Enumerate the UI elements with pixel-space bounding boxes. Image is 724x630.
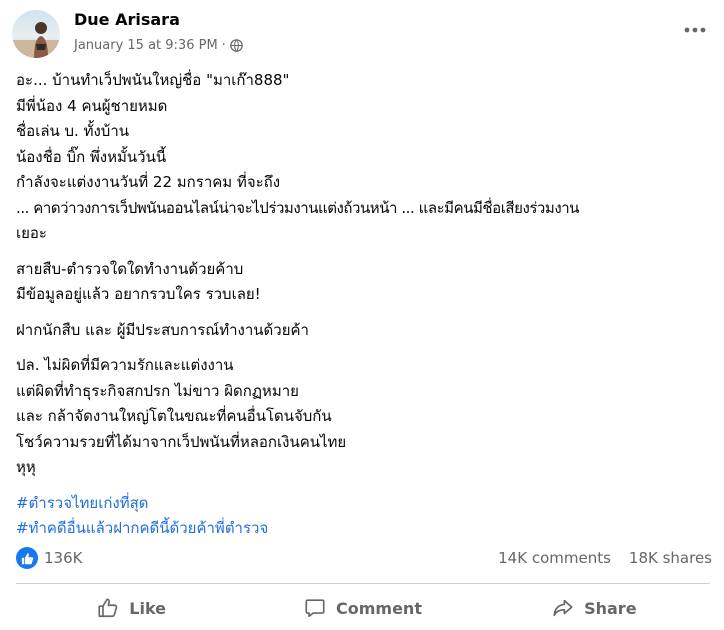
comment-label: Comment	[336, 598, 422, 618]
share-button[interactable]: Share	[479, 588, 710, 628]
facebook-post: Due Arisara January 15 at 9:36 PM · อะ..…	[0, 0, 724, 630]
comment-count[interactable]: 14K comments	[498, 549, 611, 567]
share-count[interactable]: 18K shares	[629, 549, 712, 567]
action-bar: Like Comment Share	[16, 588, 710, 628]
post-line: กำลังจะแต่งงานวันที่ 22 มกราคม ที่จะถึง	[16, 173, 281, 191]
share-icon	[553, 599, 573, 617]
post-line: ชื่อเล่น บ. ทั้งบ้าน	[16, 122, 129, 140]
post-line: มีข้อมูลอยู่แล้ว อยากรวบใคร รวบเลย!	[16, 285, 261, 303]
globe-icon[interactable]	[230, 39, 243, 52]
post-line: ... คาดว่าวงการเว็ปพนันออนไลน์น่าจะไปร่ว…	[16, 198, 579, 217]
meta-separator: ·	[221, 38, 226, 53]
hashtag-link[interactable]: #ตำรวจไทยเก่งที่สุด	[16, 491, 716, 517]
post-stats: 136K 14K comments 18K shares	[16, 545, 712, 571]
thumbs-up-icon	[98, 598, 118, 618]
post-line: สายสืบ-ตำรวจใดใดทำงานด้วยค้าบ	[16, 259, 244, 278]
post-line: และ กล้าจัดงานใหญ่โตในขณะที่คนอื่นโดนจับ…	[16, 407, 332, 425]
post-line: อะ... บ้านทำเว็ปพนันใหญ่ชื่อ "มาเก๊า888"	[16, 71, 290, 89]
post-line: มีพี่น้อง 4 คนผู้ชายหมด	[16, 96, 168, 115]
post-line: น้องชื่อ บิ๊ก พึ่งหมั้นวันนี้	[16, 147, 167, 166]
like-button[interactable]: Like	[16, 588, 247, 628]
post-meta: January 15 at 9:36 PM ·	[74, 38, 243, 53]
like-label: Like	[129, 598, 167, 618]
author-avatar[interactable]	[12, 10, 60, 58]
post-line: หุหุ	[16, 458, 36, 476]
comment-button[interactable]: Comment	[247, 588, 478, 628]
share-label: Share	[584, 598, 637, 618]
post-line: โชว์ความรวยที่ได้มาจากเว็ปพนันที่หลอกเงิ…	[16, 432, 347, 451]
post-body: อะ... บ้านทำเว็ปพนันใหญ่ชื่อ "มาเก๊า888"…	[16, 68, 716, 542]
divider	[16, 583, 710, 584]
author-name[interactable]: Due Arisara	[74, 10, 180, 29]
more-options-icon[interactable]	[680, 20, 710, 40]
reaction-count[interactable]: 136K	[44, 549, 82, 567]
post-timestamp[interactable]: January 15 at 9:36 PM	[74, 38, 218, 53]
post-line: ฝากนักสืบ และ ผู้มีประสบการณ์ทำงานด้วยค้…	[16, 320, 309, 339]
hashtag-link[interactable]: #ทำคดีอื่นแล้วฝากคดีนี้ด้วยค้าพี่ตำรวจ	[16, 516, 716, 542]
post-line: ปล. ไม่ผิดที่มีความรักและแต่งงาน	[16, 356, 234, 374]
post-line: เยอะ	[16, 224, 47, 242]
like-reaction-icon[interactable]	[16, 547, 38, 569]
post-line: แต่ผิดที่ทำธุระกิจสกปรก ไม่ขาว ผิดกฏหมาย	[16, 381, 299, 400]
comment-icon	[305, 599, 325, 618]
